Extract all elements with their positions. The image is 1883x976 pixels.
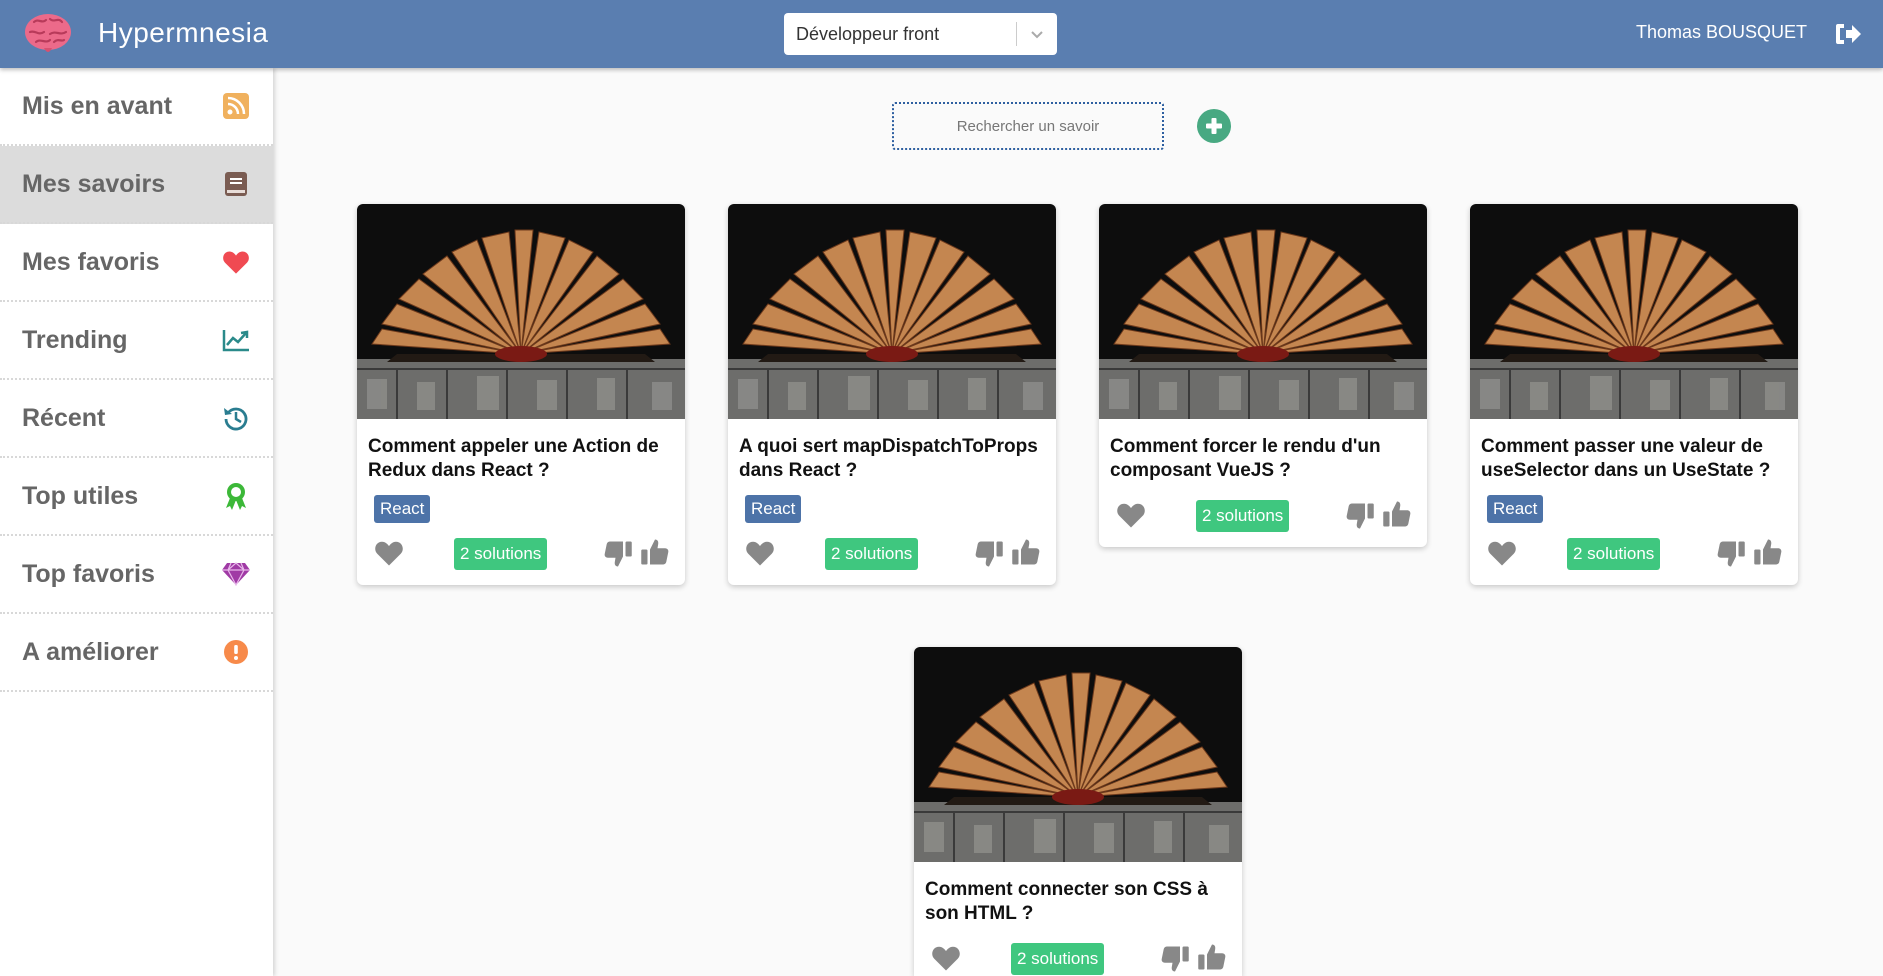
savoir-card[interactable]: Comment appeler une Action de Redux dans… — [357, 204, 685, 585]
sidebar-item-label: Mes savoirs — [22, 169, 166, 198]
tag-badge[interactable]: React — [745, 495, 802, 523]
search-input[interactable] — [892, 102, 1164, 150]
role-select-value: Développeur front — [796, 23, 940, 44]
thumbs-down-icon[interactable] — [603, 539, 633, 569]
heart-icon[interactable] — [1116, 501, 1146, 529]
sidebar-item-label: Mes favoris — [22, 247, 160, 276]
thumbs-up-icon[interactable] — [1382, 499, 1412, 529]
savoir-card[interactable]: Comment forcer le rendu d'un composant V… — [1099, 204, 1427, 547]
sidebar: Mis en avant Mes savoirs Mes favoris Tre… — [0, 68, 273, 976]
card-title[interactable]: A quoi sert mapDispatchToProps dans Reac… — [728, 419, 1056, 485]
thumbs-down-icon[interactable] — [1160, 944, 1190, 974]
rss-icon — [221, 91, 251, 121]
sidebar-item-mes-favoris[interactable]: Mes favoris — [0, 224, 273, 302]
card-footer: 2 solutions — [1470, 523, 1798, 585]
exclamation-circle-icon — [221, 637, 251, 667]
card-title[interactable]: Comment appeler une Action de Redux dans… — [357, 419, 685, 485]
savoir-card[interactable]: A quoi sert mapDispatchToProps dans Reac… — [728, 204, 1056, 585]
history-icon — [221, 403, 251, 433]
heart-icon[interactable] — [745, 539, 775, 567]
thumbs-up-icon[interactable] — [640, 537, 670, 567]
open-book-image — [1470, 204, 1798, 419]
savoir-card[interactable]: Comment passer une valeur de useSelector… — [1470, 204, 1798, 585]
solutions-badge[interactable]: 2 solutions — [1011, 943, 1105, 975]
heart-icon — [221, 247, 251, 277]
top-navbar: Hypermnesia Développeur front Thomas BOU… — [0, 0, 1883, 68]
solutions-badge[interactable]: 2 solutions — [1567, 538, 1661, 570]
logout-icon[interactable] — [1834, 20, 1862, 48]
open-book-image — [1099, 204, 1427, 419]
sidebar-item-label: Top favoris — [22, 559, 155, 588]
sidebar-item-mes-savoirs[interactable]: Mes savoirs — [0, 146, 273, 224]
heart-icon[interactable] — [931, 944, 961, 972]
sidebar-item-label: Mis en avant — [22, 91, 173, 120]
sidebar-item-top-utiles[interactable]: Top utiles — [0, 458, 273, 536]
card-footer: 2 solutions — [728, 523, 1056, 585]
chevron-down-icon[interactable] — [1017, 29, 1057, 39]
thumbs-up-icon[interactable] — [1753, 537, 1783, 567]
open-book-image — [728, 204, 1056, 419]
chart-line-icon — [221, 325, 251, 355]
thumbs-down-icon[interactable] — [1716, 539, 1746, 569]
brain-logo-icon — [25, 14, 71, 52]
thumbs-down-icon[interactable] — [1345, 501, 1375, 531]
thumbs-up-icon[interactable] — [1011, 537, 1041, 567]
tag-badge[interactable]: React — [1487, 495, 1544, 523]
thumbs-up-icon[interactable] — [1197, 942, 1227, 972]
thumbs-down-icon[interactable] — [974, 539, 1004, 569]
card-footer: 2 solutions — [357, 523, 685, 585]
brand[interactable]: Hypermnesia — [22, 10, 268, 56]
open-book-image — [357, 204, 685, 419]
solutions-badge[interactable]: 2 solutions — [1196, 500, 1290, 532]
plus-icon — [1206, 118, 1222, 134]
award-icon — [221, 481, 251, 511]
sidebar-item-trending[interactable]: Trending — [0, 302, 273, 380]
solutions-badge[interactable]: 2 solutions — [825, 538, 919, 570]
card-footer: 2 solutions — [1099, 485, 1427, 547]
card-title[interactable]: Comment connecter son CSS à son HTML ? — [914, 862, 1242, 928]
user-name[interactable]: Thomas BOUSQUET — [1636, 22, 1807, 43]
role-select[interactable]: Développeur front — [784, 13, 1057, 55]
app-title: Hypermnesia — [98, 17, 269, 48]
tag-badge[interactable]: React — [374, 495, 431, 523]
book-icon — [221, 169, 251, 199]
sidebar-item-label: Récent — [22, 403, 106, 432]
sidebar-item-label: Top utiles — [22, 481, 139, 510]
card-footer: 2 solutions — [914, 928, 1242, 976]
solutions-badge[interactable]: 2 solutions — [454, 538, 548, 570]
heart-icon[interactable] — [374, 539, 404, 567]
savoir-card[interactable]: Comment connecter son CSS à son HTML ? 2… — [914, 647, 1242, 976]
heart-icon[interactable] — [1487, 539, 1517, 567]
sidebar-item-top-favoris[interactable]: Top favoris — [0, 536, 273, 614]
card-title[interactable]: Comment passer une valeur de useSelector… — [1470, 419, 1798, 485]
sidebar-item-mis-en-avant[interactable]: Mis en avant — [0, 68, 273, 146]
sidebar-item-label: Trending — [22, 325, 128, 354]
card-title[interactable]: Comment forcer le rendu d'un composant V… — [1099, 419, 1427, 485]
sidebar-item-label: A améliorer — [22, 637, 159, 666]
gem-icon — [221, 559, 251, 589]
sidebar-item-recent[interactable]: Récent — [0, 380, 273, 458]
open-book-image — [914, 647, 1242, 862]
sidebar-item-a-ameliorer[interactable]: A améliorer — [0, 614, 273, 692]
add-savoir-button[interactable] — [1197, 109, 1231, 143]
